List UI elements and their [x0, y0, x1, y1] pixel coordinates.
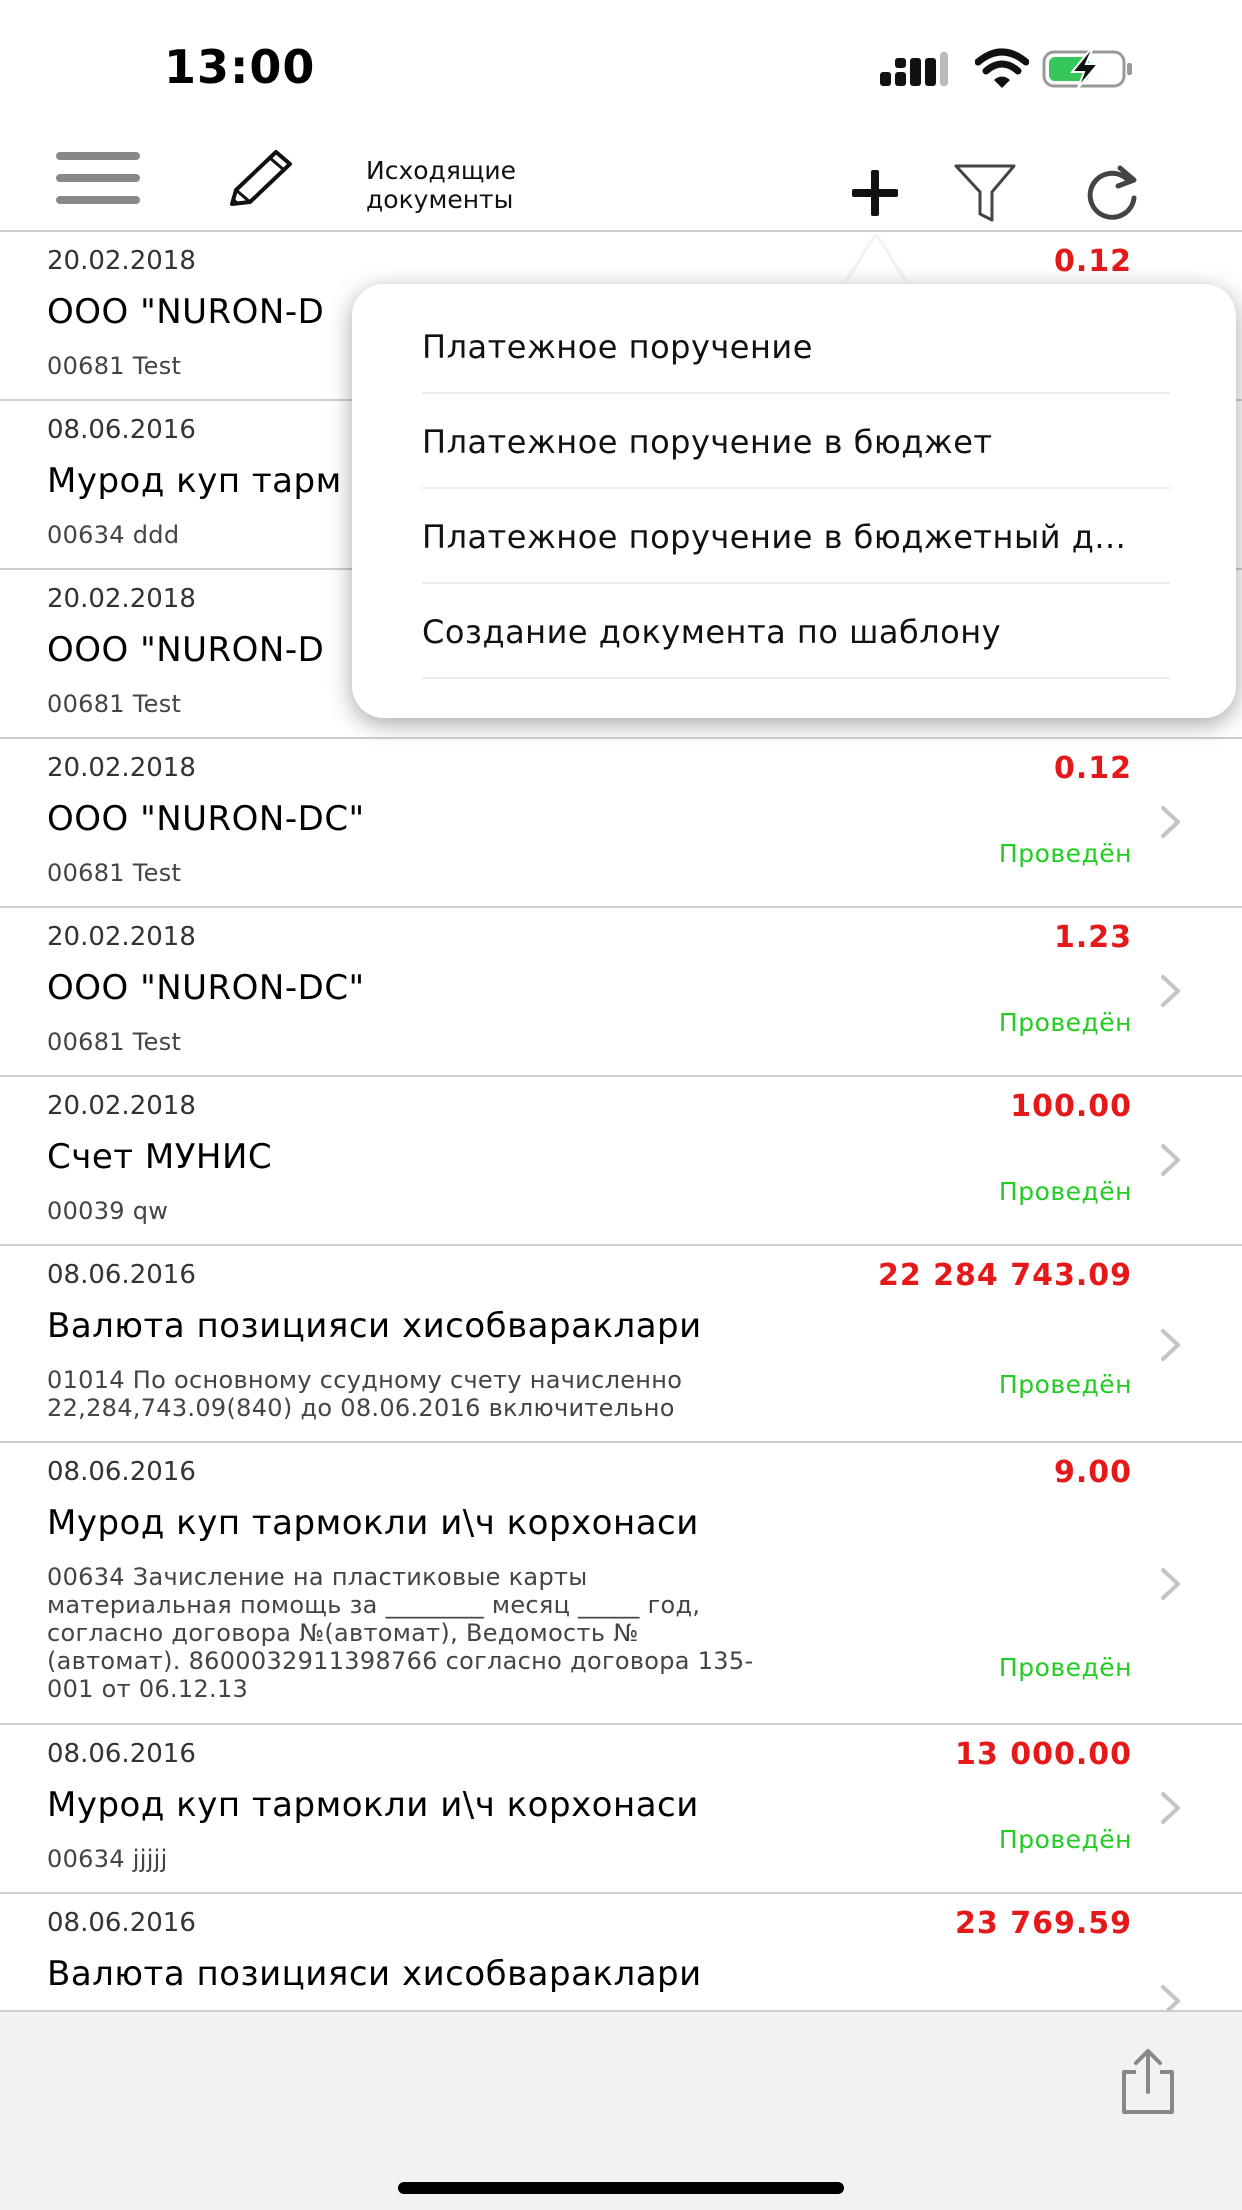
chevron-right-icon — [1161, 1568, 1180, 1600]
document-amount: 100.00 — [1010, 1089, 1132, 1124]
bottom-toolbar — [0, 2010, 1242, 2210]
document-subtitle: 00681 Test — [47, 1028, 182, 1056]
table-row[interactable]: 20.02.2018 100.00 Счет МУНИС 00039 qw Пр… — [0, 1077, 1242, 1246]
status-badge: Проведён — [998, 1008, 1132, 1037]
signal-icon — [880, 52, 948, 86]
battery-charging-icon — [1042, 49, 1132, 89]
menu-item-payment-order-budget-account[interactable]: Платежное поручение в бюджетный д... — [422, 490, 1170, 584]
table-row[interactable]: 08.06.2016 22 284 743.09 Валюта позицияс… — [0, 1246, 1242, 1443]
document-date: 08.06.2016 — [47, 1260, 196, 1290]
document-title: ООО "NURON-DC" — [47, 799, 365, 839]
document-subtitle: 00634 Зачисление на пластиковые карты ма… — [47, 1563, 754, 1703]
document-title: Валюта позицияси хисобвараклари — [47, 1954, 702, 1994]
table-row[interactable]: 08.06.2016 23 769.59 Валюта позицияси хи… — [0, 1894, 1242, 2010]
document-date: 20.02.2018 — [47, 246, 196, 276]
status-badge: Проведён — [998, 1825, 1132, 1854]
menu-item-payment-order-budget[interactable]: Платежное поручение в бюджет — [422, 395, 1170, 489]
menu-item-payment-order[interactable]: Платежное поручение — [422, 300, 1170, 394]
document-date: 20.02.2018 — [47, 922, 196, 952]
document-date: 08.06.2016 — [47, 1739, 196, 1769]
status-bar: 13:00 — [0, 0, 1242, 130]
filter-icon[interactable] — [952, 160, 1018, 226]
page-title: Исходящие документы — [366, 156, 517, 214]
document-title: Мурод куп тарм — [47, 461, 342, 501]
document-title: ООО "NURON-DC" — [47, 968, 365, 1008]
document-subtitle: 00681 Test — [47, 859, 182, 887]
document-date: 08.06.2016 — [47, 415, 196, 445]
document-date: 08.06.2016 — [47, 1908, 196, 1938]
document-subtitle: 00634 jjjjj — [47, 1845, 168, 1873]
status-time: 13:00 — [164, 40, 316, 94]
chevron-right-icon — [1161, 806, 1180, 838]
table-row[interactable]: 08.06.2016 9.00 Мурод куп тармокли и\ч к… — [0, 1443, 1242, 1725]
document-subtitle: 00039 qw — [47, 1197, 169, 1225]
refresh-icon[interactable] — [1084, 164, 1140, 222]
document-title: Мурод куп тармокли и\ч корхонаси — [47, 1503, 699, 1543]
document-title: ООО "NURON-D — [47, 630, 325, 670]
document-amount: 0.12 — [1053, 244, 1132, 279]
popover-arrow — [846, 236, 906, 284]
status-badge: Проведён — [998, 1177, 1132, 1206]
status-badge: Проведён — [998, 839, 1132, 868]
new-document-popover: Платежное поручение Платежное поручение … — [352, 284, 1236, 718]
plus-icon[interactable] — [846, 168, 904, 218]
table-row[interactable]: 20.02.2018 1.23 ООО "NURON-DC" 00681 Tes… — [0, 908, 1242, 1077]
chevron-right-icon — [1161, 1792, 1180, 1824]
chevron-right-icon — [1161, 1144, 1180, 1176]
status-badge: Проведён — [998, 1653, 1132, 1682]
document-amount: 22 284 743.09 — [877, 1258, 1132, 1293]
document-date: 20.02.2018 — [47, 584, 196, 614]
table-row[interactable]: 08.06.2016 13 000.00 Мурод куп тармокли … — [0, 1725, 1242, 1894]
document-title: Валюта позицияси хисобвараклари — [47, 1306, 702, 1346]
document-title: ООО "NURON-D — [47, 292, 325, 332]
chevron-right-icon — [1161, 1329, 1180, 1361]
document-amount: 13 000.00 — [955, 1737, 1132, 1772]
edit-icon[interactable] — [224, 148, 296, 210]
document-date: 20.02.2018 — [47, 1091, 196, 1121]
document-subtitle: 01014 По основному ссудному счету начисл… — [47, 1366, 683, 1422]
wifi-icon — [975, 48, 1029, 88]
document-title: Счет МУНИС — [47, 1137, 273, 1177]
document-amount: 9.00 — [1053, 1455, 1132, 1490]
document-date: 08.06.2016 — [47, 1457, 196, 1487]
document-amount: 23 769.59 — [955, 1906, 1132, 1941]
home-indicator — [398, 2182, 844, 2194]
chevron-right-icon — [1161, 975, 1180, 1007]
chevron-right-icon — [1161, 1985, 1180, 2010]
document-amount: 1.23 — [1053, 920, 1132, 955]
document-amount: 0.12 — [1053, 751, 1132, 786]
share-icon[interactable] — [1118, 2048, 1178, 2116]
status-badge: Проведён — [998, 1370, 1132, 1399]
document-title: Мурод куп тармокли и\ч корхонаси — [47, 1785, 699, 1825]
nav-bar: Исходящие документы — [0, 130, 1242, 232]
document-date: 20.02.2018 — [47, 753, 196, 783]
menu-item-create-from-template[interactable]: Создание документа по шаблону — [422, 585, 1170, 679]
table-row[interactable]: 20.02.2018 0.12 ООО "NURON-DC" 00681 Tes… — [0, 739, 1242, 908]
menu-icon[interactable] — [56, 152, 140, 204]
